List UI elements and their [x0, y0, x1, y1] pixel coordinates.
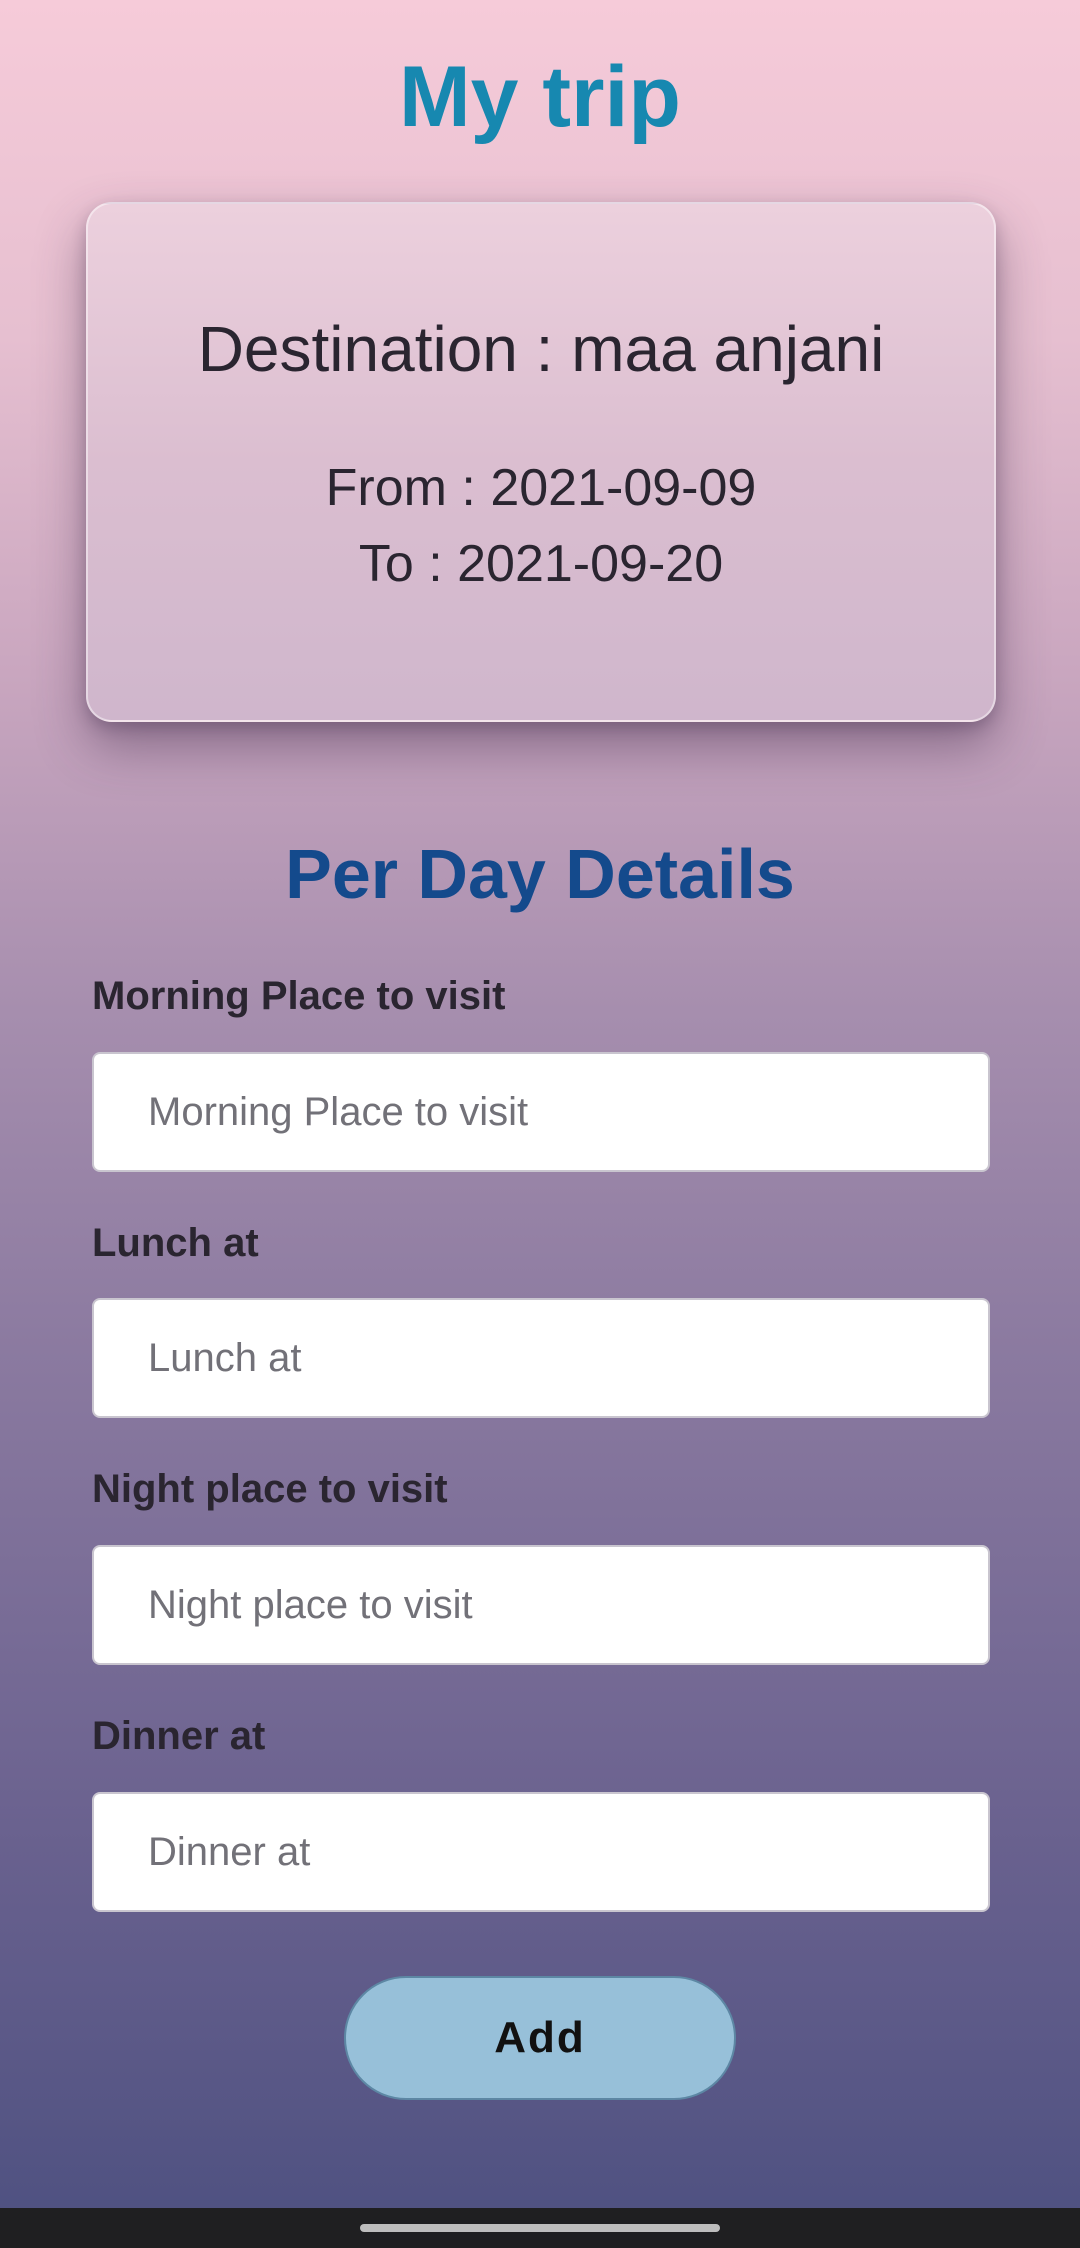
lunch-at-label: Lunch at	[92, 1221, 259, 1265]
morning-place-label: Morning Place to visit	[92, 974, 506, 1018]
system-navigation-bar	[0, 2208, 1080, 2248]
dinner-at-label: Dinner at	[92, 1714, 266, 1758]
destination-text: Destination : maa anjani	[197, 313, 885, 385]
page-title: My trip	[399, 49, 681, 145]
lunch-at-input[interactable]	[92, 1298, 990, 1418]
to-date-text: To : 2021-09-20	[358, 535, 724, 593]
morning-place-input[interactable]	[92, 1052, 990, 1172]
per-day-details-heading: Per Day Details	[285, 835, 795, 913]
dinner-at-input[interactable]	[92, 1792, 990, 1912]
trip-summary-card: Destination : maa anjani From : 2021-09-…	[86, 202, 996, 722]
night-place-label: Night place to visit	[92, 1467, 448, 1511]
add-button[interactable]: Add	[344, 1976, 736, 2100]
night-place-input[interactable]	[92, 1545, 990, 1665]
from-date-text: From : 2021-09-09	[325, 459, 757, 517]
home-gesture-handle[interactable]	[360, 2224, 720, 2232]
